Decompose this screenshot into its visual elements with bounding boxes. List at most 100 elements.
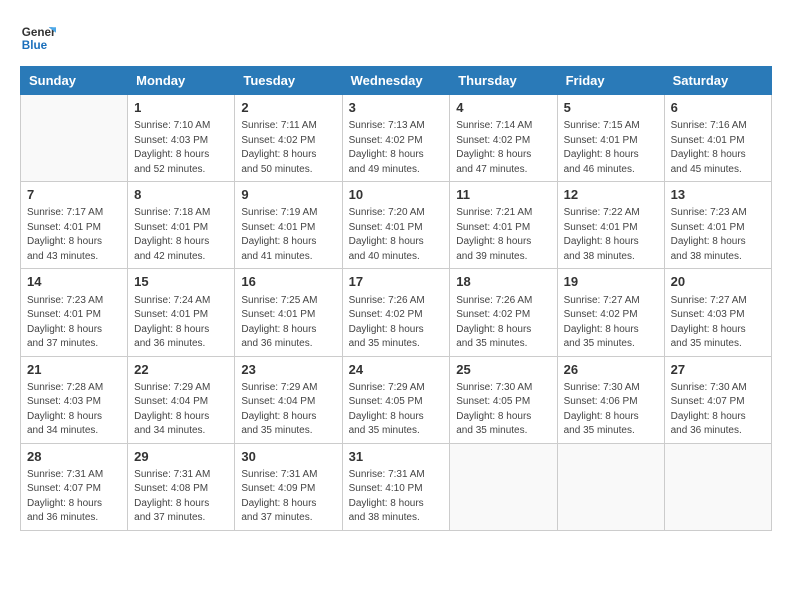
day-cell: 21 Sunrise: 7:28 AMSunset: 4:03 PMDayligh…: [21, 356, 128, 443]
day-info: Sunrise: 7:30 AMSunset: 4:05 PMDaylight:…: [456, 381, 550, 439]
day-info: Sunrise: 7:14 AMSunset: 4:02 PMDaylight:…: [456, 119, 550, 177]
day-cell: 9 Sunrise: 7:19 AMSunset: 4:01 PMDaylight…: [235, 182, 342, 269]
week-row-5: 28Sunrise: 7:31 AMSunset: 4:07 PMDayligh…: [21, 443, 772, 530]
day-number: 31: [349, 448, 444, 466]
day-cell: 29Sunrise: 7:31 AMSunset: 4:08 PMDayligh…: [128, 443, 235, 530]
day-info: Sunrise: 7:23 AMSunset: 4:01 PMDaylight:…: [27, 294, 121, 352]
day-number: 20: [671, 273, 765, 291]
day-number: 21: [27, 361, 121, 379]
weekday-header-sunday: Sunday: [21, 67, 128, 95]
day-number: 1: [134, 99, 228, 117]
day-number: 25: [456, 361, 550, 379]
day-number: 17: [349, 273, 444, 291]
weekday-header-thursday: Thursday: [450, 67, 557, 95]
day-info: Sunrise: 7:24 AMSunset: 4:01 PMDaylight:…: [134, 294, 228, 352]
day-cell: [21, 95, 128, 182]
day-cell: [557, 443, 664, 530]
day-cell: 5 Sunrise: 7:15 AMSunset: 4:01 PMDaylight…: [557, 95, 664, 182]
day-cell: 18 Sunrise: 7:26 AMSunset: 4:02 PMDayligh…: [450, 269, 557, 356]
day-cell: 6 Sunrise: 7:16 AMSunset: 4:01 PMDaylight…: [664, 95, 771, 182]
day-info: Sunrise: 7:30 AMSunset: 4:07 PMDaylight:…: [671, 381, 765, 439]
day-number: 3: [349, 99, 444, 117]
day-cell: 12 Sunrise: 7:22 AMSunset: 4:01 PMDayligh…: [557, 182, 664, 269]
day-cell: 24 Sunrise: 7:29 AMSunset: 4:05 PMDayligh…: [342, 356, 450, 443]
day-cell: 19 Sunrise: 7:27 AMSunset: 4:02 PMDayligh…: [557, 269, 664, 356]
day-cell: 1 Sunrise: 7:10 AMSunset: 4:03 PMDaylight…: [128, 95, 235, 182]
day-info: Sunrise: 7:26 AMSunset: 4:02 PMDaylight:…: [349, 294, 444, 352]
day-info: Sunrise: 7:28 AMSunset: 4:03 PMDaylight:…: [27, 381, 121, 439]
day-number: 24: [349, 361, 444, 379]
day-info: Sunrise: 7:19 AMSunset: 4:01 PMDaylight:…: [241, 206, 335, 264]
day-info: Sunrise: 7:22 AMSunset: 4:01 PMDaylight:…: [564, 206, 658, 264]
day-info: Sunrise: 7:31 AMSunset: 4:09 PMDaylight:…: [241, 468, 335, 526]
day-number: 18: [456, 273, 550, 291]
day-cell: 30 Sunrise: 7:31 AMSunset: 4:09 PMDayligh…: [235, 443, 342, 530]
day-info: Sunrise: 7:23 AMSunset: 4:01 PMDaylight:…: [671, 206, 765, 264]
day-cell: [664, 443, 771, 530]
day-cell: 17 Sunrise: 7:26 AMSunset: 4:02 PMDayligh…: [342, 269, 450, 356]
weekday-header-wednesday: Wednesday: [342, 67, 450, 95]
day-cell: 14 Sunrise: 7:23 AMSunset: 4:01 PMDayligh…: [21, 269, 128, 356]
day-info: Sunrise: 7:18 AMSunset: 4:01 PMDaylight:…: [134, 206, 228, 264]
day-number: 4: [456, 99, 550, 117]
day-cell: 31 Sunrise: 7:31 AMSunset: 4:10 PMDayligh…: [342, 443, 450, 530]
weekday-header-friday: Friday: [557, 67, 664, 95]
day-number: 16: [241, 273, 335, 291]
day-number: 14: [27, 273, 121, 291]
day-info: Sunrise: 7:29 AMSunset: 4:04 PMDaylight:…: [241, 381, 335, 439]
day-cell: 10Sunrise: 7:20 AMSunset: 4:01 PMDayligh…: [342, 182, 450, 269]
day-info: Sunrise: 7:20 AMSunset: 4:01 PMDaylight:…: [349, 206, 444, 264]
day-number: 5: [564, 99, 658, 117]
day-info: Sunrise: 7:16 AMSunset: 4:01 PMDaylight:…: [671, 119, 765, 177]
day-cell: 20Sunrise: 7:27 AMSunset: 4:03 PMDayligh…: [664, 269, 771, 356]
day-info: Sunrise: 7:29 AMSunset: 4:04 PMDaylight:…: [134, 381, 228, 439]
week-row-3: 14 Sunrise: 7:23 AMSunset: 4:01 PMDayligh…: [21, 269, 772, 356]
day-cell: 15 Sunrise: 7:24 AMSunset: 4:01 PMDayligh…: [128, 269, 235, 356]
day-number: 26: [564, 361, 658, 379]
day-cell: 3 Sunrise: 7:13 AMSunset: 4:02 PMDaylight…: [342, 95, 450, 182]
day-number: 6: [671, 99, 765, 117]
day-number: 8: [134, 186, 228, 204]
day-cell: 28Sunrise: 7:31 AMSunset: 4:07 PMDayligh…: [21, 443, 128, 530]
day-cell: 2Sunrise: 7:11 AMSunset: 4:02 PMDaylight…: [235, 95, 342, 182]
day-cell: 23 Sunrise: 7:29 AMSunset: 4:04 PMDayligh…: [235, 356, 342, 443]
day-info: Sunrise: 7:30 AMSunset: 4:06 PMDaylight:…: [564, 381, 658, 439]
weekday-header-monday: Monday: [128, 67, 235, 95]
weekday-header-row: SundayMondayTuesdayWednesdayThursdayFrid…: [21, 67, 772, 95]
day-cell: 22 Sunrise: 7:29 AMSunset: 4:04 PMDayligh…: [128, 356, 235, 443]
day-cell: [450, 443, 557, 530]
day-cell: 26 Sunrise: 7:30 AMSunset: 4:06 PMDayligh…: [557, 356, 664, 443]
day-number: 30: [241, 448, 335, 466]
day-cell: 27 Sunrise: 7:30 AMSunset: 4:07 PMDayligh…: [664, 356, 771, 443]
day-number: 23: [241, 361, 335, 379]
day-info: Sunrise: 7:26 AMSunset: 4:02 PMDaylight:…: [456, 294, 550, 352]
day-info: Sunrise: 7:10 AMSunset: 4:03 PMDaylight:…: [134, 119, 228, 177]
day-info: Sunrise: 7:21 AMSunset: 4:01 PMDaylight:…: [456, 206, 550, 264]
day-info: Sunrise: 7:31 AMSunset: 4:07 PMDaylight:…: [27, 468, 121, 526]
day-number: 22: [134, 361, 228, 379]
day-cell: 7Sunrise: 7:17 AMSunset: 4:01 PMDaylight…: [21, 182, 128, 269]
day-cell: 13 Sunrise: 7:23 AMSunset: 4:01 PMDayligh…: [664, 182, 771, 269]
day-number: 19: [564, 273, 658, 291]
week-row-2: 7Sunrise: 7:17 AMSunset: 4:01 PMDaylight…: [21, 182, 772, 269]
week-row-4: 21 Sunrise: 7:28 AMSunset: 4:03 PMDayligh…: [21, 356, 772, 443]
day-info: Sunrise: 7:27 AMSunset: 4:02 PMDaylight:…: [564, 294, 658, 352]
day-number: 13: [671, 186, 765, 204]
day-number: 9: [241, 186, 335, 204]
day-number: 12: [564, 186, 658, 204]
day-cell: 4 Sunrise: 7:14 AMSunset: 4:02 PMDaylight…: [450, 95, 557, 182]
week-row-1: 1 Sunrise: 7:10 AMSunset: 4:03 PMDaylight…: [21, 95, 772, 182]
day-info: Sunrise: 7:15 AMSunset: 4:01 PMDaylight:…: [564, 119, 658, 177]
weekday-header-tuesday: Tuesday: [235, 67, 342, 95]
day-number: 27: [671, 361, 765, 379]
day-info: Sunrise: 7:31 AMSunset: 4:10 PMDaylight:…: [349, 468, 444, 526]
weekday-header-saturday: Saturday: [664, 67, 771, 95]
calendar-table: SundayMondayTuesdayWednesdayThursdayFrid…: [20, 66, 772, 531]
day-cell: 16Sunrise: 7:25 AMSunset: 4:01 PMDayligh…: [235, 269, 342, 356]
day-number: 15: [134, 273, 228, 291]
page-header: General Blue: [20, 20, 772, 56]
day-info: Sunrise: 7:31 AMSunset: 4:08 PMDaylight:…: [134, 468, 228, 526]
day-info: Sunrise: 7:13 AMSunset: 4:02 PMDaylight:…: [349, 119, 444, 177]
day-info: Sunrise: 7:29 AMSunset: 4:05 PMDaylight:…: [349, 381, 444, 439]
day-number: 7: [27, 186, 121, 204]
